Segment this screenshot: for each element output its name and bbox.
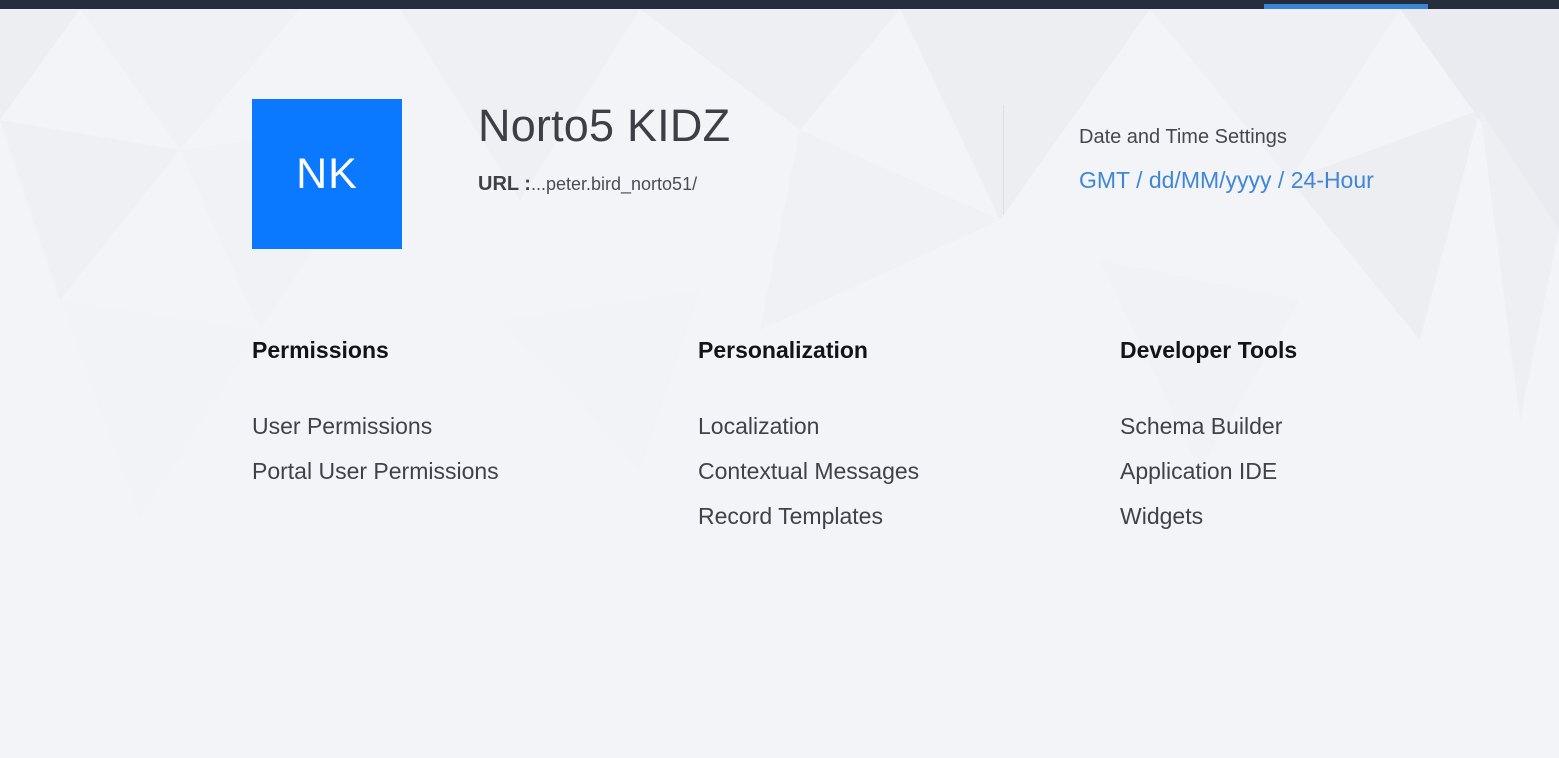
url-label: URL : [478, 173, 531, 195]
org-url: URL :...peter.bird_norto51/ [478, 173, 697, 196]
org-initials: NK [296, 149, 358, 198]
link-contextual-messages[interactable]: Contextual Messages [698, 457, 919, 502]
section-permissions: Permissions User Permissions Portal User… [252, 337, 499, 484]
link-user-permissions[interactable]: User Permissions [252, 412, 499, 457]
section-developer-tools: Developer Tools Schema Builder Applicati… [1120, 337, 1298, 529]
section-items: User Permissions Portal User Permissions [252, 412, 499, 502]
section-personalization: Personalization Localization Contextual … [698, 337, 919, 529]
section-title: Personalization [698, 337, 868, 363]
org-name: Norto5 KIDZ [478, 100, 731, 151]
section-title: Developer Tools [1120, 337, 1298, 363]
link-portal-user-permissions[interactable]: Portal User Permissions [252, 457, 499, 502]
active-tab-indicator [1264, 4, 1428, 9]
section-items: Localization Contextual Messages Record … [698, 412, 919, 547]
section-title: Permissions [252, 337, 389, 363]
link-localization[interactable]: Localization [698, 412, 919, 457]
section-items: Schema Builder Application IDE Widgets [1120, 412, 1282, 547]
org-avatar: NK [252, 99, 402, 249]
link-schema-builder[interactable]: Schema Builder [1120, 412, 1282, 457]
link-record-templates[interactable]: Record Templates [698, 502, 919, 547]
datetime-settings-link[interactable]: GMT / dd/MM/yyyy / 24-Hour [1079, 167, 1374, 194]
url-value: ...peter.bird_norto51/ [530, 174, 698, 194]
link-widgets[interactable]: Widgets [1120, 502, 1282, 547]
vertical-divider [1003, 105, 1004, 215]
link-application-ide[interactable]: Application IDE [1120, 457, 1282, 502]
datetime-settings-label: Date and Time Settings [1079, 126, 1287, 148]
background-pattern [0, 9, 1559, 520]
